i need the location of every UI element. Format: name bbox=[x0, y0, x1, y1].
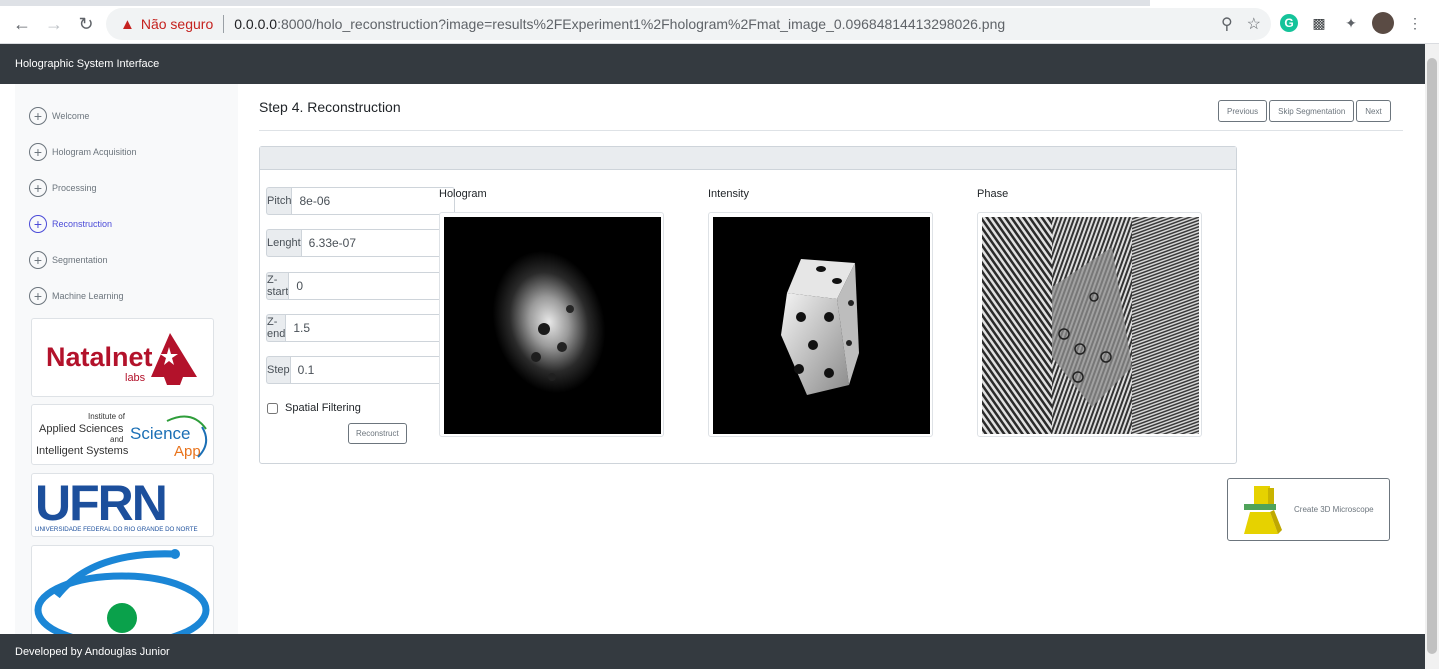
security-label: Não seguro bbox=[140, 16, 214, 32]
spatial-filtering-label: Spatial Filtering bbox=[285, 402, 361, 414]
scrollbar-thumb[interactable] bbox=[1427, 58, 1437, 654]
extensions-puzzle-icon[interactable]: ✦ bbox=[1340, 12, 1362, 34]
step-label: Step bbox=[266, 356, 290, 384]
sidebar-step-reconstruction[interactable]: + Reconstruction bbox=[29, 215, 112, 233]
hologram-image bbox=[439, 212, 664, 437]
phase-image bbox=[977, 212, 1202, 437]
sidebar-step-welcome[interactable]: + Welcome bbox=[29, 107, 89, 125]
pitch-input-group: Pitch bbox=[266, 187, 456, 215]
natalnet-logo-sub: labs bbox=[125, 372, 146, 384]
science-app-line1: Institute of bbox=[88, 412, 126, 421]
address-bar[interactable]: ▲ Não seguro 0.0.0.0:8000/holo_reconstru… bbox=[106, 8, 1271, 40]
intensity-heading: Intensity bbox=[708, 188, 749, 200]
bookmark-star-icon[interactable]: ☆ bbox=[1247, 14, 1261, 34]
app-navbar: Holographic System Interface bbox=[0, 44, 1425, 84]
reload-icon[interactable]: ↻ bbox=[74, 12, 98, 36]
active-tab[interactable] bbox=[1150, 0, 1439, 6]
sidebar: + Welcome + Hologram Acquisition + Proce… bbox=[15, 84, 238, 634]
step-label: Reconstruction bbox=[52, 219, 113, 229]
sidebar-step-hologram-acquisition[interactable]: + Hologram Acquisition bbox=[29, 143, 137, 161]
step-label: Processing bbox=[52, 183, 97, 193]
hologram-heading: Hologram bbox=[439, 188, 487, 200]
step-label: Machine Learning bbox=[52, 291, 124, 301]
title-divider bbox=[259, 130, 1403, 131]
z-end-input-group: Z-end bbox=[266, 314, 450, 342]
url-path: :8000/holo_reconstruction?image=results%… bbox=[277, 16, 1006, 32]
sidebar-step-processing[interactable]: + Processing bbox=[29, 179, 97, 197]
microscope-3d-icon bbox=[1244, 485, 1282, 534]
page-scrollbar[interactable] bbox=[1425, 44, 1439, 669]
pitch-label: Pitch bbox=[266, 187, 292, 215]
z-start-input[interactable] bbox=[288, 272, 453, 300]
create-3d-microscope-label: Create 3D Microscope bbox=[1294, 505, 1374, 514]
profile-avatar[interactable] bbox=[1372, 12, 1394, 34]
sidebar-step-machine-learning[interactable]: + Machine Learning bbox=[29, 287, 124, 305]
previous-button[interactable]: Previous bbox=[1218, 100, 1268, 122]
next-button[interactable]: Next bbox=[1356, 100, 1391, 122]
back-icon[interactable]: ← bbox=[10, 12, 34, 36]
step-label: Welcome bbox=[52, 111, 90, 121]
z-end-label: Z-end bbox=[266, 314, 286, 342]
zoom-icon[interactable]: ⚲ bbox=[1221, 14, 1233, 34]
step-input[interactable] bbox=[289, 356, 454, 384]
spatial-filtering-option[interactable]: Spatial Filtering bbox=[267, 402, 361, 414]
intensity-image bbox=[708, 212, 933, 437]
page-title: Step 4. Reconstruction bbox=[259, 99, 401, 115]
spatial-filtering-checkbox[interactable] bbox=[267, 402, 278, 414]
footer-text: Developed by Andouglas Junior bbox=[15, 645, 170, 658]
signal-icon[interactable]: ▩ bbox=[1308, 12, 1330, 34]
reconstruct-button[interactable]: Reconstruct bbox=[348, 423, 407, 444]
plus-circle-icon: + bbox=[29, 179, 47, 197]
z-end-input[interactable] bbox=[285, 314, 450, 342]
plus-circle-icon: + bbox=[29, 251, 47, 269]
omnibox-separator bbox=[223, 15, 225, 33]
ufrn-logo-sub: UNIVERSIDADE FEDERAL DO RIO GRANDE DO NO… bbox=[35, 526, 198, 533]
natalnet-logo-text: Natalnet bbox=[46, 342, 153, 372]
forward-icon[interactable]: → bbox=[42, 12, 66, 36]
science-app-line4: Intelligent Systems bbox=[36, 445, 129, 457]
step-input-group: Step bbox=[266, 356, 454, 384]
science-app-line2: Applied Sciences bbox=[39, 423, 124, 435]
skip-segmentation-button[interactable]: Skip Segmentation bbox=[1269, 100, 1355, 122]
plus-circle-icon: + bbox=[29, 107, 47, 125]
plus-circle-icon: + bbox=[29, 143, 47, 161]
grammarly-icon[interactable]: G bbox=[1280, 14, 1298, 32]
science-app-logo[interactable]: Institute of Applied Sciences and Intell… bbox=[31, 404, 214, 465]
tab-strip bbox=[0, 0, 1439, 6]
warning-icon: ▲ bbox=[120, 15, 135, 33]
navbar-title[interactable]: Holographic System Interface bbox=[15, 58, 159, 70]
plus-circle-icon: + bbox=[29, 287, 47, 305]
create-3d-microscope-button[interactable]: Create 3D Microscope bbox=[1227, 478, 1390, 541]
footer: Developed by Andouglas Junior bbox=[0, 634, 1425, 669]
science-app-line3: and bbox=[110, 435, 123, 444]
institution-emblem-logo[interactable] bbox=[31, 545, 214, 634]
phase-heading: Phase bbox=[977, 188, 1009, 200]
step-navigation: Previous Skip Segmentation Next bbox=[1218, 100, 1391, 122]
pitch-input[interactable] bbox=[291, 187, 456, 215]
length-label: Lenght bbox=[266, 229, 301, 257]
plus-circle-icon: + bbox=[29, 215, 47, 233]
natalnet-logo[interactable]: Natalnet labs bbox=[31, 318, 214, 397]
length-input-group: Lenght bbox=[266, 229, 465, 257]
sidebar-step-segmentation[interactable]: + Segmentation bbox=[29, 251, 108, 269]
science-app-brand1: Science bbox=[130, 424, 190, 443]
card-header bbox=[260, 147, 1236, 170]
ufrn-logo[interactable]: UFRN UNIVERSIDADE FEDERAL DO RIO GRANDE … bbox=[31, 473, 214, 537]
z-start-label: Z-start bbox=[266, 272, 289, 300]
step-label: Segmentation bbox=[52, 255, 108, 265]
browser-toolbar: ← → ↻ ▲ Não seguro 0.0.0.0:8000/holo_rec… bbox=[0, 0, 1439, 44]
menu-kebab-icon[interactable]: ⋮ bbox=[1404, 12, 1426, 34]
science-app-brand2: App bbox=[174, 443, 201, 460]
ufrn-logo-text: UFRN bbox=[35, 475, 166, 531]
url-host: 0.0.0.0 bbox=[234, 16, 278, 32]
step-label: Hologram Acquisition bbox=[52, 147, 137, 157]
reconstruction-card: Pitch Lenght Z-start Z-end Step Spatial … bbox=[259, 146, 1237, 464]
z-start-input-group: Z-start bbox=[266, 272, 453, 300]
